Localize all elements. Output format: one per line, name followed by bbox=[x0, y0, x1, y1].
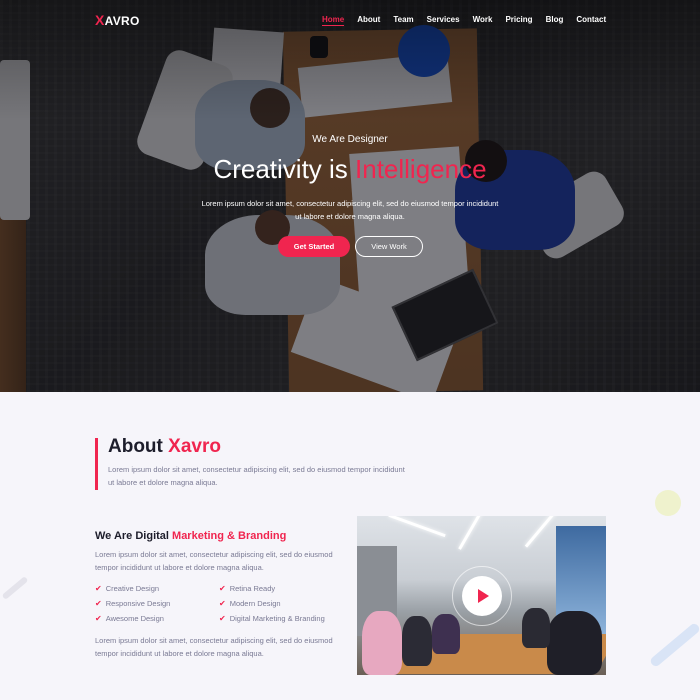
nav-item-work[interactable]: Work bbox=[473, 15, 493, 26]
about-title: About Xavro bbox=[108, 436, 221, 458]
video-bg-person bbox=[432, 614, 460, 654]
digital-description-secondary: Lorem ipsum dolor sit amet, consectetur … bbox=[95, 636, 333, 658]
feature-list-right: ✔ Retina Ready ✔ Modern Design ✔ Digital Ma… bbox=[219, 583, 325, 628]
play-button[interactable] bbox=[462, 576, 502, 616]
video-bg-person bbox=[547, 611, 602, 675]
nav-item-about[interactable]: About bbox=[357, 15, 380, 26]
feature-label: Responsive Design bbox=[105, 599, 171, 608]
hero-section: XAVRO Home About Team Services Work Pric… bbox=[0, 0, 700, 392]
nav-item-team[interactable]: Team bbox=[393, 15, 413, 26]
play-icon bbox=[478, 589, 489, 603]
logo-x: X bbox=[95, 12, 105, 28]
digital-title-main: We Are Digital bbox=[95, 530, 173, 542]
video-bg-light bbox=[524, 516, 560, 548]
nav-item-home[interactable]: Home bbox=[322, 15, 345, 26]
check-icon: ✔ bbox=[95, 584, 102, 593]
hero-title-highlight: Intelligence bbox=[355, 154, 487, 184]
hero-description: Lorem ipsum dolor sit amet, consectetur … bbox=[201, 199, 499, 221]
digital-title: We Are Digital Marketing & Branding bbox=[95, 530, 286, 542]
logo[interactable]: XAVRO bbox=[95, 12, 140, 28]
about-title-highlight: Xavro bbox=[168, 436, 221, 457]
hero-title-main: Creativity is bbox=[213, 154, 356, 184]
nav-item-contact[interactable]: Contact bbox=[576, 15, 606, 26]
about-accent-bar bbox=[95, 438, 98, 490]
video-bg-light bbox=[458, 516, 486, 550]
feature-label: Creative Design bbox=[105, 584, 160, 593]
feature-item: ✔ Modern Design bbox=[219, 598, 325, 613]
feature-item: ✔ Retina Ready bbox=[219, 583, 325, 598]
video-bg-person bbox=[522, 608, 550, 648]
about-title-main: About bbox=[108, 436, 169, 457]
feature-item: ✔ Awesome Design bbox=[95, 613, 170, 628]
check-icon: ✔ bbox=[219, 584, 226, 593]
nav-menu: Home About Team Services Work Pricing Bl… bbox=[322, 15, 619, 26]
feature-label: Retina Ready bbox=[229, 584, 276, 593]
nav-item-pricing[interactable]: Pricing bbox=[505, 15, 532, 26]
feature-label: Awesome Design bbox=[105, 614, 164, 623]
check-icon: ✔ bbox=[95, 599, 102, 608]
nav-item-blog[interactable]: Blog bbox=[546, 15, 564, 26]
logo-text: AVRO bbox=[104, 14, 140, 28]
check-icon: ✔ bbox=[219, 614, 226, 623]
feature-label: Digital Marketing & Branding bbox=[229, 614, 325, 623]
decorative-shape bbox=[648, 621, 700, 669]
feature-item: ✔ Digital Marketing & Branding bbox=[219, 613, 325, 628]
feature-item: ✔ Responsive Design bbox=[95, 598, 170, 613]
get-started-button[interactable]: Get Started bbox=[278, 236, 350, 257]
view-work-button[interactable]: View Work bbox=[355, 236, 423, 257]
feature-label: Modern Design bbox=[229, 599, 281, 608]
check-icon: ✔ bbox=[219, 599, 226, 608]
video-bg-person bbox=[402, 616, 432, 666]
about-description: Lorem ipsum dolor sit amet, consectetur … bbox=[108, 465, 405, 487]
digital-title-highlight: Marketing & Branding bbox=[172, 530, 287, 542]
digital-description: Lorem ipsum dolor sit amet, consectetur … bbox=[95, 550, 333, 572]
video-bg-person bbox=[362, 611, 402, 675]
hero-subtitle: We Are Designer bbox=[312, 134, 388, 145]
nav-item-services[interactable]: Services bbox=[427, 15, 460, 26]
feature-item: ✔ Creative Design bbox=[95, 583, 170, 598]
check-icon: ✔ bbox=[95, 614, 102, 623]
video-bg-light bbox=[388, 516, 446, 538]
main-nav: XAVRO Home About Team Services Work Pric… bbox=[0, 0, 700, 40]
decorative-shape bbox=[1, 576, 29, 600]
hero-title: Creativity is Intelligence bbox=[0, 154, 700, 185]
feature-list-left: ✔ Creative Design ✔ Responsive Design ✔ Awe… bbox=[95, 583, 170, 628]
decorative-circle bbox=[655, 490, 681, 516]
